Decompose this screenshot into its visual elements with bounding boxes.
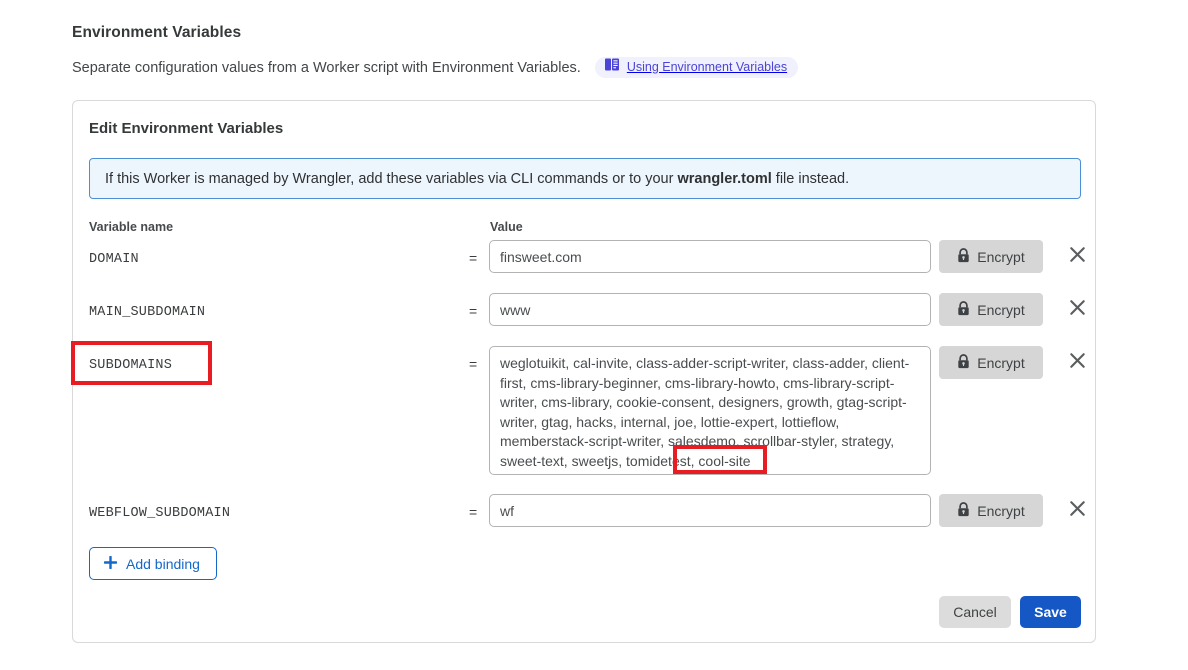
variable-value-textarea[interactable]: weglotuikit, cal-invite, class-adder-scr… [489, 346, 931, 475]
close-icon [1069, 246, 1086, 266]
banner-text-after: file instead. [771, 170, 850, 187]
encrypt-button[interactable]: Encrypt [939, 346, 1043, 379]
page-description: Separate configuration values from a Wor… [72, 59, 581, 76]
book-icon [604, 58, 619, 76]
add-binding-button[interactable]: Add binding [89, 547, 217, 580]
lock-icon [957, 247, 970, 266]
variable-value-input[interactable] [489, 240, 931, 273]
remove-variable-button[interactable] [1066, 351, 1088, 373]
lock-icon [957, 501, 970, 520]
equals-sign: = [469, 356, 478, 372]
encrypt-button[interactable]: Encrypt [939, 494, 1043, 527]
remove-variable-button[interactable] [1066, 245, 1088, 267]
banner-text-before: If this Worker is managed by Wrangler, a… [105, 170, 678, 187]
encrypt-button[interactable]: Encrypt [939, 293, 1043, 326]
plus-icon [103, 555, 118, 572]
card-title: Edit Environment Variables [89, 120, 284, 137]
lock-icon [957, 353, 970, 372]
close-icon [1069, 352, 1086, 372]
remove-variable-button[interactable] [1066, 298, 1088, 320]
encrypt-button-label: Encrypt [977, 354, 1025, 371]
wrangler-info-banner-text: If this Worker is managed by Wrangler, a… [105, 170, 849, 188]
edit-environment-variables-card: Edit Environment Variables If this Worke… [72, 100, 1096, 643]
page-title: Environment Variables [72, 24, 242, 41]
banner-text-bold: wrangler.toml [677, 170, 772, 187]
close-icon [1069, 500, 1086, 520]
wrangler-info-banner: If this Worker is managed by Wrangler, a… [89, 158, 1081, 199]
column-header-variable-name: Variable name [89, 220, 174, 234]
equals-sign: = [469, 303, 478, 319]
variable-name-label: MAIN_SUBDOMAIN [89, 305, 206, 320]
equals-sign: = [469, 250, 478, 266]
close-icon [1069, 299, 1086, 319]
encrypt-button[interactable]: Encrypt [939, 240, 1043, 273]
lock-icon [957, 300, 970, 319]
column-header-value: Value [490, 220, 523, 234]
variable-value-input[interactable] [489, 494, 931, 527]
save-button[interactable]: Save [1020, 596, 1081, 628]
equals-sign: = [469, 504, 478, 520]
encrypt-button-label: Encrypt [977, 248, 1025, 265]
variable-name-label: WEBFLOW_SUBDOMAIN [89, 506, 231, 521]
using-environment-variables-link[interactable]: Using Environment Variables [594, 57, 799, 78]
variable-name-label: DOMAIN [89, 252, 139, 267]
variable-value-input[interactable] [489, 293, 931, 326]
cancel-button[interactable]: Cancel [939, 596, 1011, 628]
variable-name-label: SUBDOMAINS [89, 358, 173, 373]
add-binding-label: Add binding [126, 555, 200, 572]
environment-variables-page: Environment Variables Separate configura… [0, 0, 1188, 670]
encrypt-button-label: Encrypt [977, 502, 1025, 519]
using-environment-variables-label: Using Environment Variables [626, 60, 788, 74]
remove-variable-button[interactable] [1066, 499, 1088, 521]
page-description-row: Separate configuration values from a Wor… [72, 57, 799, 78]
encrypt-button-label: Encrypt [977, 301, 1025, 318]
